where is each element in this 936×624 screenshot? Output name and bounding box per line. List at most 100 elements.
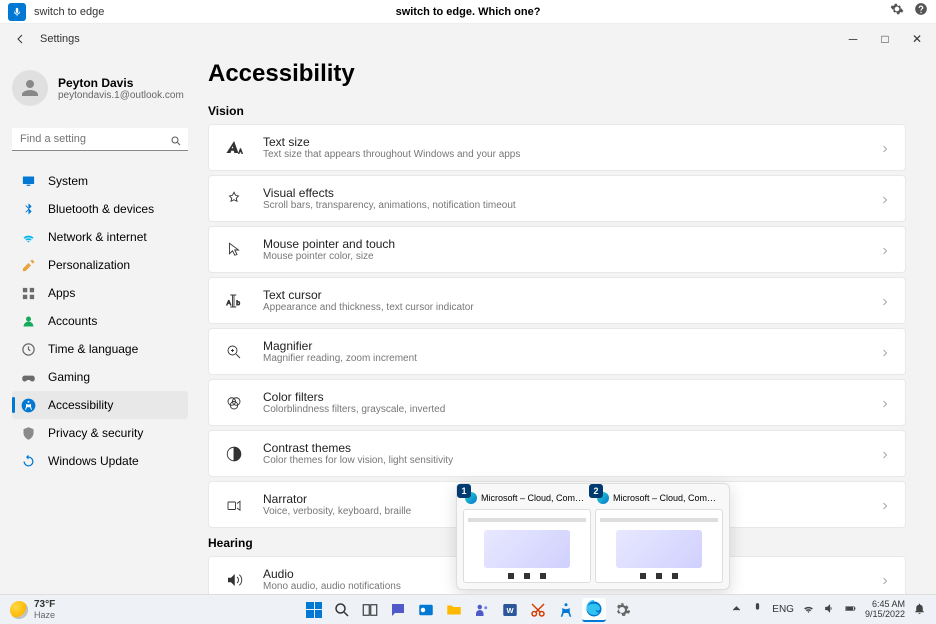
chevron-right-icon xyxy=(879,244,891,256)
setting-card-colorfilter[interactable]: Color filters Colorblindness filters, gr… xyxy=(208,379,906,426)
setting-card-visual[interactable]: Visual effects Scroll bars, transparency… xyxy=(208,175,906,222)
colorfilter-icon xyxy=(223,392,245,414)
sidebar-item-label: Accessibility xyxy=(48,398,113,412)
setting-title: Text size xyxy=(263,135,879,149)
magnifier-icon xyxy=(223,341,245,363)
network-icon xyxy=(20,229,36,245)
chevron-right-icon xyxy=(879,346,891,358)
settings-gear-icon[interactable] xyxy=(890,2,904,21)
sidebar-item-apps[interactable]: Apps xyxy=(12,279,188,307)
sidebar-item-privacy[interactable]: Privacy & security xyxy=(12,419,188,447)
sidebar: Peyton Davis peytondavis.1@outlook.com S… xyxy=(0,54,200,594)
window-title: Settings xyxy=(40,33,80,45)
setting-desc: Magnifier reading, zoom increment xyxy=(263,353,879,364)
setting-card-mouse[interactable]: Mouse pointer and touch Mouse pointer co… xyxy=(208,226,906,273)
chevron-right-icon xyxy=(879,397,891,409)
setting-card-contrast[interactable]: Contrast themes Color themes for low vis… xyxy=(208,430,906,477)
clock[interactable]: 6:45 AM 9/15/2022 xyxy=(865,600,905,620)
tray-lang[interactable]: ENG xyxy=(772,604,794,615)
notifications-icon[interactable] xyxy=(913,602,926,618)
svg-text:A: A xyxy=(239,149,243,155)
sidebar-item-personalization[interactable]: Personalization xyxy=(12,251,188,279)
start-button[interactable] xyxy=(302,598,326,622)
search-input[interactable] xyxy=(12,128,188,151)
outlook-icon[interactable] xyxy=(414,598,438,622)
preview-thumbnail xyxy=(595,509,723,583)
volume-icon[interactable] xyxy=(823,602,836,618)
section-title: Vision xyxy=(208,104,906,118)
sidebar-item-bluetooth[interactable]: Bluetooth & devices xyxy=(12,195,188,223)
profile-name: Peyton Davis xyxy=(58,76,184,90)
mouse-icon xyxy=(223,239,245,261)
setting-title: Visual effects xyxy=(263,186,879,200)
setting-card-textsize[interactable]: A Text size Text size that appears throu… xyxy=(208,124,906,171)
svg-text:A: A xyxy=(227,299,232,306)
sidebar-item-label: Apps xyxy=(48,286,75,300)
preview-badge: 2 xyxy=(589,484,603,498)
time-icon xyxy=(20,341,36,357)
task-view-icon[interactable] xyxy=(358,598,382,622)
minimize-button[interactable]: ─ xyxy=(846,32,860,46)
sidebar-item-gaming[interactable]: Gaming xyxy=(12,363,188,391)
sidebar-item-network[interactable]: Network & internet xyxy=(12,223,188,251)
accounts-icon xyxy=(20,313,36,329)
edge-icon[interactable] xyxy=(582,598,606,622)
update-icon xyxy=(20,453,36,469)
setting-title: Text cursor xyxy=(263,288,879,302)
chevron-right-icon xyxy=(879,499,891,511)
settings-taskbar-icon[interactable] xyxy=(610,598,634,622)
sidebar-item-accounts[interactable]: Accounts xyxy=(12,307,188,335)
accessibility-icon xyxy=(20,397,36,413)
title-bar: Settings ─ □ ✕ xyxy=(0,24,936,54)
battery-icon[interactable] xyxy=(844,602,857,618)
profile-card[interactable]: Peyton Davis peytondavis.1@outlook.com xyxy=(12,64,188,112)
window-preview[interactable]: 1 Microsoft – Cloud, Computers, ... xyxy=(463,490,591,583)
chevron-right-icon xyxy=(879,448,891,460)
contrast-icon xyxy=(223,443,245,465)
cursor-icon: Ab xyxy=(223,290,245,312)
tray-chevron-icon[interactable] xyxy=(730,602,743,618)
voice-search-bar: switch to edge switch to edge. Which one… xyxy=(0,0,936,24)
weather-temp: 73°F xyxy=(34,599,55,610)
chevron-right-icon xyxy=(879,193,891,205)
setting-desc: Appearance and thickness, text cursor in… xyxy=(263,302,879,313)
window-preview[interactable]: 2 Microsoft – Cloud, Computers, ... xyxy=(595,490,723,583)
preview-title: Microsoft – Cloud, Computers, ... xyxy=(613,493,721,503)
explorer-icon[interactable] xyxy=(442,598,466,622)
setting-card-cursor[interactable]: Ab Text cursor Appearance and thickness,… xyxy=(208,277,906,324)
close-button[interactable]: ✕ xyxy=(910,32,924,46)
voice-query-text: switch to edge xyxy=(34,6,104,18)
page-title: Accessibility xyxy=(208,60,906,88)
setting-title: Mouse pointer and touch xyxy=(263,237,879,251)
preview-badge: 1 xyxy=(457,484,471,498)
teams-icon[interactable] xyxy=(470,598,494,622)
chat-icon[interactable] xyxy=(386,598,410,622)
chevron-right-icon xyxy=(879,295,891,307)
snip-icon[interactable] xyxy=(526,598,550,622)
maximize-button[interactable]: □ xyxy=(878,32,892,46)
taskbar-window-previews: 1 Microsoft – Cloud, Computers, ... 2 Mi… xyxy=(456,483,730,590)
wifi-icon[interactable] xyxy=(802,602,815,618)
system-icon xyxy=(20,173,36,189)
weather-widget[interactable]: 73°F Haze xyxy=(10,599,55,620)
setting-title: Color filters xyxy=(263,390,879,404)
sidebar-item-time[interactable]: Time & language xyxy=(12,335,188,363)
sidebar-item-update[interactable]: Windows Update xyxy=(12,447,188,475)
microphone-icon[interactable] xyxy=(8,3,26,21)
setting-card-magnifier[interactable]: Magnifier Magnifier reading, zoom increm… xyxy=(208,328,906,375)
svg-text:b: b xyxy=(236,299,240,306)
back-button[interactable] xyxy=(12,31,28,47)
chevron-right-icon xyxy=(879,142,891,154)
word-icon[interactable]: W xyxy=(498,598,522,622)
setting-desc: Colorblindness filters, grayscale, inver… xyxy=(263,404,879,415)
setting-desc: Color themes for low vision, light sensi… xyxy=(263,455,879,466)
sidebar-item-label: Accounts xyxy=(48,314,97,328)
sidebar-item-accessibility[interactable]: Accessibility xyxy=(12,391,188,419)
sidebar-item-system[interactable]: System xyxy=(12,167,188,195)
sidebar-item-label: Windows Update xyxy=(48,454,139,468)
accessibility-taskbar-icon[interactable] xyxy=(554,598,578,622)
help-icon[interactable] xyxy=(914,2,928,21)
tray-mic-icon[interactable] xyxy=(751,602,764,618)
sidebar-item-label: System xyxy=(48,174,88,188)
taskbar-search-icon[interactable] xyxy=(330,598,354,622)
